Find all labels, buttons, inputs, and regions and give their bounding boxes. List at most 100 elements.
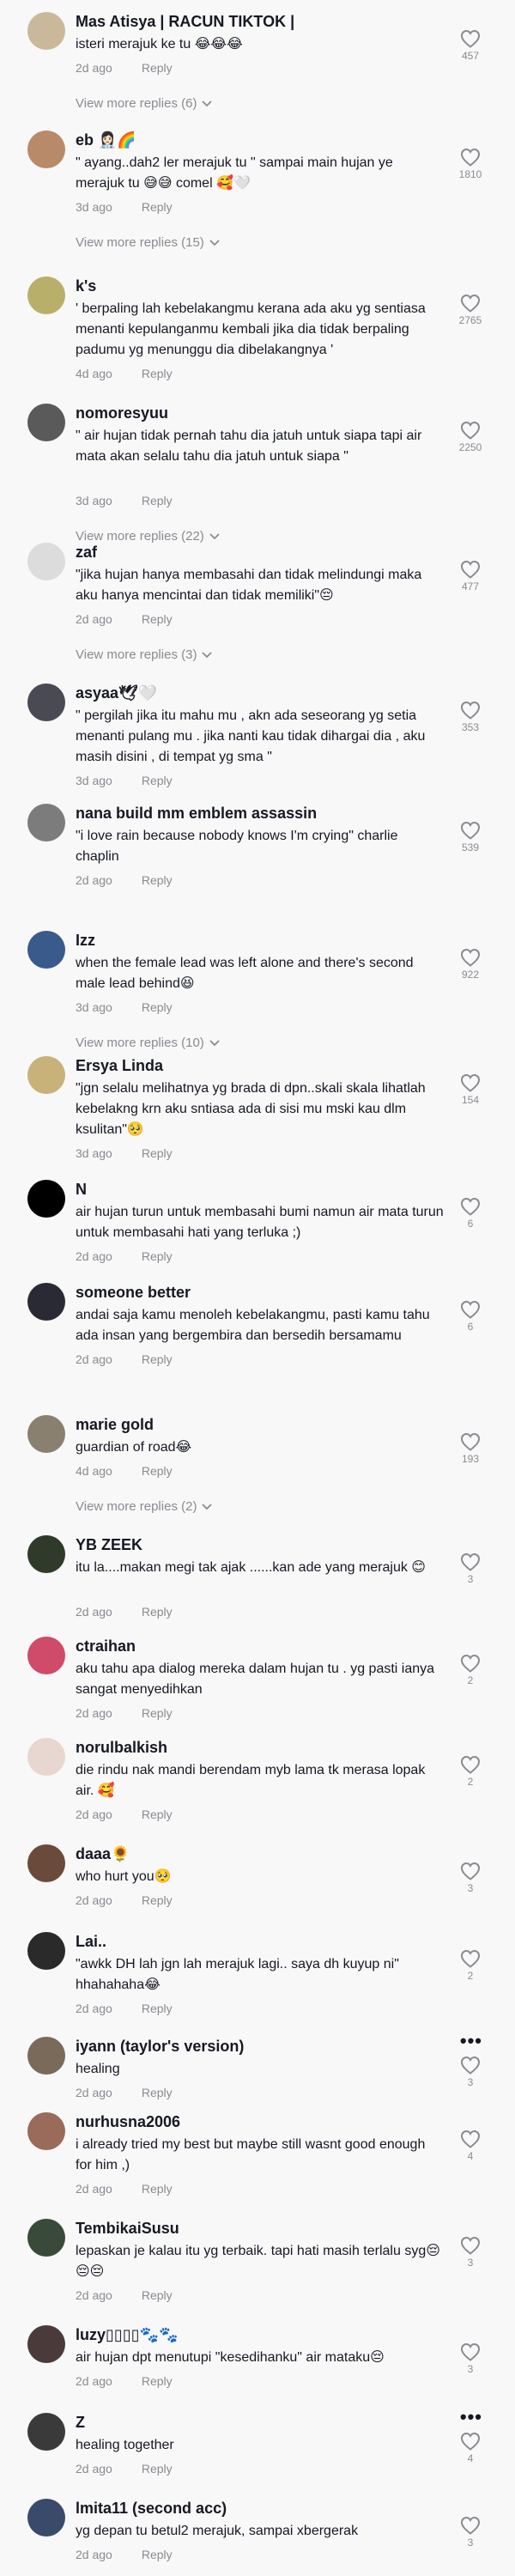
reply-button[interactable]: Reply — [142, 367, 173, 380]
avatar[interactable] — [27, 1637, 65, 1674]
like-button[interactable]: 3 — [458, 1862, 482, 1894]
avatar[interactable] — [27, 404, 65, 441]
reply-button[interactable]: Reply — [142, 2462, 173, 2476]
reply-button[interactable]: Reply — [142, 1893, 173, 1907]
reply-button[interactable]: Reply — [142, 2182, 173, 2196]
comment-username[interactable]: Lai.. — [76, 1932, 106, 1951]
like-button[interactable]: 2250 — [458, 421, 482, 453]
comment-username[interactable]: marie gold — [76, 1415, 154, 1434]
like-button[interactable]: 2 — [458, 1949, 482, 1982]
like-button[interactable]: 477 — [458, 560, 482, 592]
reply-button[interactable]: Reply — [142, 2548, 173, 2561]
reply-button[interactable]: Reply — [142, 200, 173, 214]
comment-username[interactable]: nana build mm emblem assassin — [76, 804, 317, 823]
view-more-replies[interactable]: View more replies (2) — [76, 1499, 213, 1514]
reply-button[interactable]: Reply — [142, 2086, 173, 2099]
view-more-replies[interactable]: View more replies (22) — [76, 529, 220, 544]
view-more-replies[interactable]: View more replies (10) — [76, 1036, 220, 1050]
avatar[interactable] — [27, 543, 65, 580]
reply-button[interactable]: Reply — [142, 1706, 173, 1720]
like-button[interactable]: 6 — [458, 1300, 482, 1333]
like-button[interactable]: 922 — [458, 948, 482, 981]
comment-username[interactable]: nurhusna2006 — [76, 2112, 180, 2131]
like-button[interactable]: 457 — [458, 29, 482, 62]
like-button[interactable]: 3 — [458, 2516, 482, 2549]
like-button[interactable]: 3 — [458, 2056, 482, 2088]
like-button[interactable]: 6 — [458, 1197, 482, 1230]
comment-username[interactable]: k's — [76, 276, 96, 295]
reply-button[interactable]: Reply — [142, 612, 173, 626]
comment-username[interactable]: N — [76, 1180, 87, 1199]
reply-button[interactable]: Reply — [142, 1807, 173, 1821]
avatar[interactable] — [27, 1283, 65, 1321]
more-options-icon[interactable]: ••• — [460, 2408, 482, 2427]
like-button[interactable]: 3 — [458, 2342, 482, 2375]
view-more-replies[interactable]: View more replies (15) — [76, 235, 220, 250]
comment-username[interactable]: iyann (taylor's version) — [76, 2037, 244, 2056]
reply-button[interactable]: Reply — [142, 1000, 173, 1014]
avatar[interactable] — [27, 2037, 65, 2075]
avatar[interactable] — [27, 931, 65, 969]
comment-username[interactable]: luzy▯▯▯▯🐾🐾 — [76, 2325, 178, 2344]
like-button[interactable]: 4 — [458, 2432, 482, 2464]
reply-button[interactable]: Reply — [142, 1464, 173, 1478]
reply-button[interactable]: Reply — [142, 61, 173, 75]
comment-username[interactable]: Z — [76, 2413, 85, 2432]
comment-username[interactable]: eb 👩🏻‍⚕️🌈 — [76, 131, 136, 149]
comment-username[interactable]: norulbalkish — [76, 1738, 167, 1757]
avatar[interactable] — [27, 2112, 65, 2150]
comment-username[interactable]: zaf — [76, 543, 97, 562]
comment-username[interactable]: daaa🌻 — [76, 1844, 130, 1863]
like-button[interactable]: 4 — [458, 2129, 482, 2162]
comment-username[interactable]: Mas Atisya | RACUN TIKTOK | — [76, 12, 294, 31]
reply-button[interactable]: Reply — [142, 494, 173, 507]
avatar[interactable] — [27, 2499, 65, 2537]
like-button[interactable]: 193 — [458, 1432, 482, 1465]
reply-button[interactable]: Reply — [142, 873, 173, 887]
like-button[interactable]: 3 — [458, 1552, 482, 1585]
like-button[interactable]: 3 — [458, 2236, 482, 2269]
reply-button[interactable]: Reply — [142, 1249, 173, 1263]
reply-button[interactable]: Reply — [142, 2288, 173, 2302]
avatar[interactable] — [27, 1932, 65, 1970]
reply-button[interactable]: Reply — [142, 1605, 173, 1619]
avatar[interactable] — [27, 1844, 65, 1882]
avatar[interactable] — [27, 276, 65, 314]
avatar[interactable] — [27, 1535, 65, 1573]
avatar[interactable] — [27, 12, 65, 50]
reply-button[interactable]: Reply — [142, 2002, 173, 2015]
comment-username[interactable]: someone better — [76, 1283, 191, 1302]
avatar[interactable] — [27, 2325, 65, 2363]
view-more-replies[interactable]: View more replies (6) — [76, 96, 213, 111]
avatar[interactable] — [27, 1415, 65, 1453]
comment-username[interactable]: YB ZEEK — [76, 1535, 142, 1554]
comment-username[interactable]: ctraihan — [76, 1637, 136, 1656]
reply-button[interactable]: Reply — [142, 1146, 173, 1160]
avatar[interactable] — [27, 131, 65, 168]
avatar[interactable] — [27, 2219, 65, 2257]
like-button[interactable]: 2 — [458, 1654, 482, 1686]
avatar[interactable] — [27, 1056, 65, 1094]
reply-button[interactable]: Reply — [142, 2374, 173, 2388]
comment-username[interactable]: asyaa🕊🤍 — [76, 683, 157, 702]
comment-username[interactable]: lmita11 (second acc) — [76, 2499, 227, 2518]
comment-username[interactable]: TembikaiSusu — [76, 2219, 179, 2238]
comment-username[interactable]: Ersya Linda — [76, 1056, 163, 1075]
comment-username[interactable]: Izz — [76, 931, 95, 950]
avatar[interactable] — [27, 1180, 65, 1218]
comment-username[interactable]: nomoresyuu — [76, 404, 168, 422]
like-button[interactable]: 1810 — [458, 148, 482, 180]
like-button[interactable]: 353 — [458, 701, 482, 733]
avatar[interactable] — [27, 804, 65, 841]
view-more-replies[interactable]: View more replies (3) — [76, 647, 213, 662]
like-button[interactable]: 2765 — [458, 294, 482, 326]
like-button[interactable]: 539 — [458, 821, 482, 854]
avatar[interactable] — [27, 1738, 65, 1776]
reply-button[interactable]: Reply — [142, 1352, 173, 1366]
like-button[interactable]: 154 — [458, 1073, 482, 1106]
reply-button[interactable]: Reply — [142, 774, 173, 787]
more-options-icon[interactable]: ••• — [460, 2032, 482, 2050]
avatar[interactable] — [27, 683, 65, 721]
avatar[interactable] — [27, 2413, 65, 2451]
like-button[interactable]: 2 — [458, 1755, 482, 1788]
